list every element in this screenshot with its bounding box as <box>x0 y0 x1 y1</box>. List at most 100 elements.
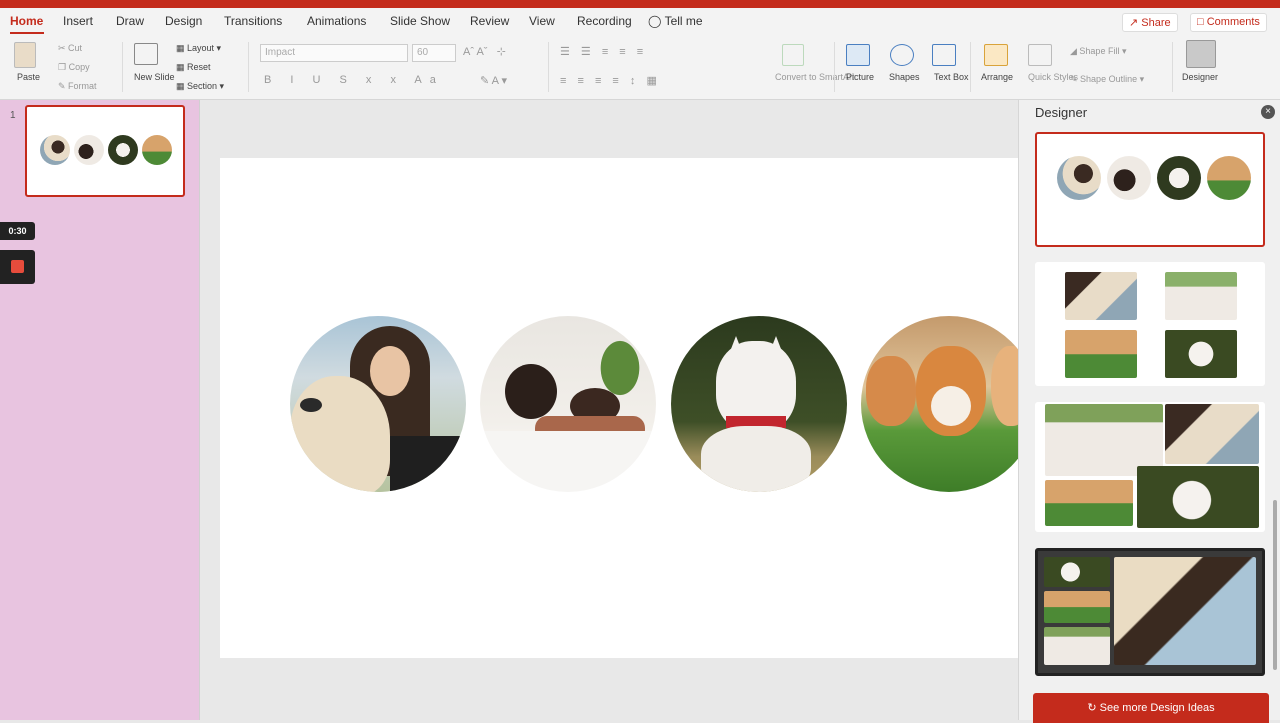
tab-animations[interactable]: Animations <box>307 14 366 28</box>
design-photo <box>1165 272 1237 320</box>
designer-pane: Designer × ↻ See more Design Ideas <box>1018 100 1280 723</box>
tell-me-search[interactable]: ◯ Tell me <box>648 14 703 28</box>
design-photo <box>1057 156 1101 200</box>
ribbon-divider <box>834 42 835 92</box>
shape-outline-label: Shape Outline <box>1080 74 1138 84</box>
tab-draw[interactable]: Draw <box>116 14 144 28</box>
design-photo <box>1107 156 1151 200</box>
designer-title: Designer <box>1035 105 1088 120</box>
ribbon-toolbar: Paste ✂ Cut ❐ Copy ✎ Format New Slide ▦ … <box>0 34 1280 100</box>
photo-girl-dog-bed[interactable] <box>480 316 656 492</box>
design-photo <box>1065 330 1137 378</box>
lightbulb-icon: ◯ <box>648 14 662 28</box>
ribbon-divider <box>970 42 971 92</box>
photo-woman-golden-retriever[interactable] <box>290 316 466 492</box>
section-label: Section <box>187 81 218 91</box>
new-slide-icon[interactable] <box>134 43 158 65</box>
design-photo <box>1044 591 1110 623</box>
see-more-design-ideas-button[interactable]: ↻ See more Design Ideas <box>1033 693 1269 723</box>
tab-slide-show[interactable]: Slide Show <box>390 14 450 28</box>
picture-icon[interactable] <box>846 44 870 66</box>
ribbon-divider <box>1172 42 1173 92</box>
comments-button[interactable]: □ Comments <box>1190 13 1267 32</box>
tab-view[interactable]: View <box>529 14 555 28</box>
thumb-photo <box>108 135 138 165</box>
comments-label: Comments <box>1206 16 1260 28</box>
thumb-photo <box>74 135 104 165</box>
font-size-select[interactable]: 60 <box>412 44 456 62</box>
reset-button[interactable]: ▦ Reset <box>176 62 211 73</box>
convert-smartart-label: Convert to SmartArt <box>775 72 855 82</box>
design-photo <box>1045 480 1133 526</box>
slide-number: 1 <box>10 110 16 121</box>
paste-label: Paste <box>17 72 41 82</box>
see-more-label: See more Design Ideas <box>1099 702 1215 714</box>
font-name-select[interactable]: Impact <box>260 44 408 62</box>
slide-thumbnail[interactable] <box>25 105 185 197</box>
shapes-icon[interactable] <box>890 44 914 66</box>
tab-home[interactable]: Home <box>10 14 43 28</box>
text-box-icon[interactable] <box>932 44 956 66</box>
design-photo <box>1065 272 1137 320</box>
stop-icon <box>11 260 24 273</box>
thumb-photo <box>40 135 70 165</box>
smartart-icon[interactable] <box>782 44 804 66</box>
design-photo <box>1114 557 1256 665</box>
cut-label: Cut <box>68 43 83 53</box>
ribbon-divider <box>548 42 549 92</box>
comment-icon: □ <box>1197 16 1204 28</box>
layout-label: Layout <box>187 43 215 53</box>
reset-label: Reset <box>187 62 211 72</box>
design-photo <box>1165 330 1237 378</box>
design-photo <box>1137 466 1259 528</box>
shapes-label: Shapes <box>889 72 920 82</box>
arrange-icon[interactable] <box>984 44 1008 66</box>
tab-design[interactable]: Design <box>165 14 202 28</box>
layout-button[interactable]: ▦ Layout ▾ <box>176 43 221 54</box>
format-painter-button[interactable]: ✎ Format <box>58 81 97 92</box>
share-button[interactable]: ↗ Share <box>1122 13 1178 32</box>
slides-panel: 1 0:30 <box>0 100 200 720</box>
paragraph-list-buttons[interactable]: ☰ ☰ ≡ ≡ ≡ <box>560 45 647 58</box>
copy-label: Copy <box>68 62 90 72</box>
paste-icon[interactable] <box>14 42 36 68</box>
ribbon-divider <box>248 42 249 92</box>
design-idea-2[interactable] <box>1035 262 1265 386</box>
tell-me-label: Tell me <box>664 14 703 28</box>
current-slide[interactable] <box>220 158 1018 658</box>
font-color-buttons[interactable]: ✎ A ▾ <box>480 74 507 87</box>
shape-outline-button[interactable]: ✎ Shape Outline ▾ <box>1070 74 1144 85</box>
thumb-photo <box>142 135 172 165</box>
share-icon: ↗ <box>1129 17 1139 29</box>
designer-scrollbar[interactable] <box>1273 500 1277 670</box>
design-photo <box>1044 557 1110 587</box>
section-button[interactable]: ▦ Section ▾ <box>176 81 224 92</box>
stop-recording-button[interactable] <box>0 250 35 284</box>
paragraph-align-buttons[interactable]: ≡ ≡ ≡ ≡ ↕ ▦ <box>560 74 661 87</box>
cut-button[interactable]: ✂ Cut <box>58 43 82 54</box>
share-label: Share <box>1141 17 1171 29</box>
font-format-buttons[interactable]: B I U S x x Aa <box>264 74 444 86</box>
shape-fill-button[interactable]: ◢ Shape Fill ▾ <box>1070 46 1126 57</box>
slide-editor <box>201 100 1018 720</box>
copy-button[interactable]: ❐ Copy <box>58 62 90 73</box>
photo-white-dog-forest[interactable] <box>671 316 847 492</box>
tab-recording[interactable]: Recording <box>577 14 632 28</box>
tab-transitions[interactable]: Transitions <box>224 14 282 28</box>
title-bar-strip <box>0 0 1280 8</box>
ribbon-tabs: Home Insert Draw Design Transitions Anim… <box>0 8 1280 34</box>
tab-insert[interactable]: Insert <box>63 14 93 28</box>
tab-review[interactable]: Review <box>470 14 509 28</box>
designer-icon[interactable] <box>1186 40 1216 68</box>
refresh-icon: ↻ <box>1087 702 1097 714</box>
design-idea-1[interactable] <box>1035 132 1265 247</box>
font-size-controls[interactable]: Aˆ Aˇ ⊹ <box>463 45 506 58</box>
design-photo <box>1165 404 1259 464</box>
design-photo <box>1044 627 1110 665</box>
quick-styles-icon[interactable] <box>1028 44 1052 66</box>
design-idea-3[interactable] <box>1035 402 1265 532</box>
close-icon[interactable]: × <box>1261 105 1275 119</box>
design-idea-4[interactable] <box>1035 548 1265 676</box>
photo-corgi-puppies[interactable] <box>861 316 1018 492</box>
arrange-label: Arrange <box>981 72 1014 82</box>
